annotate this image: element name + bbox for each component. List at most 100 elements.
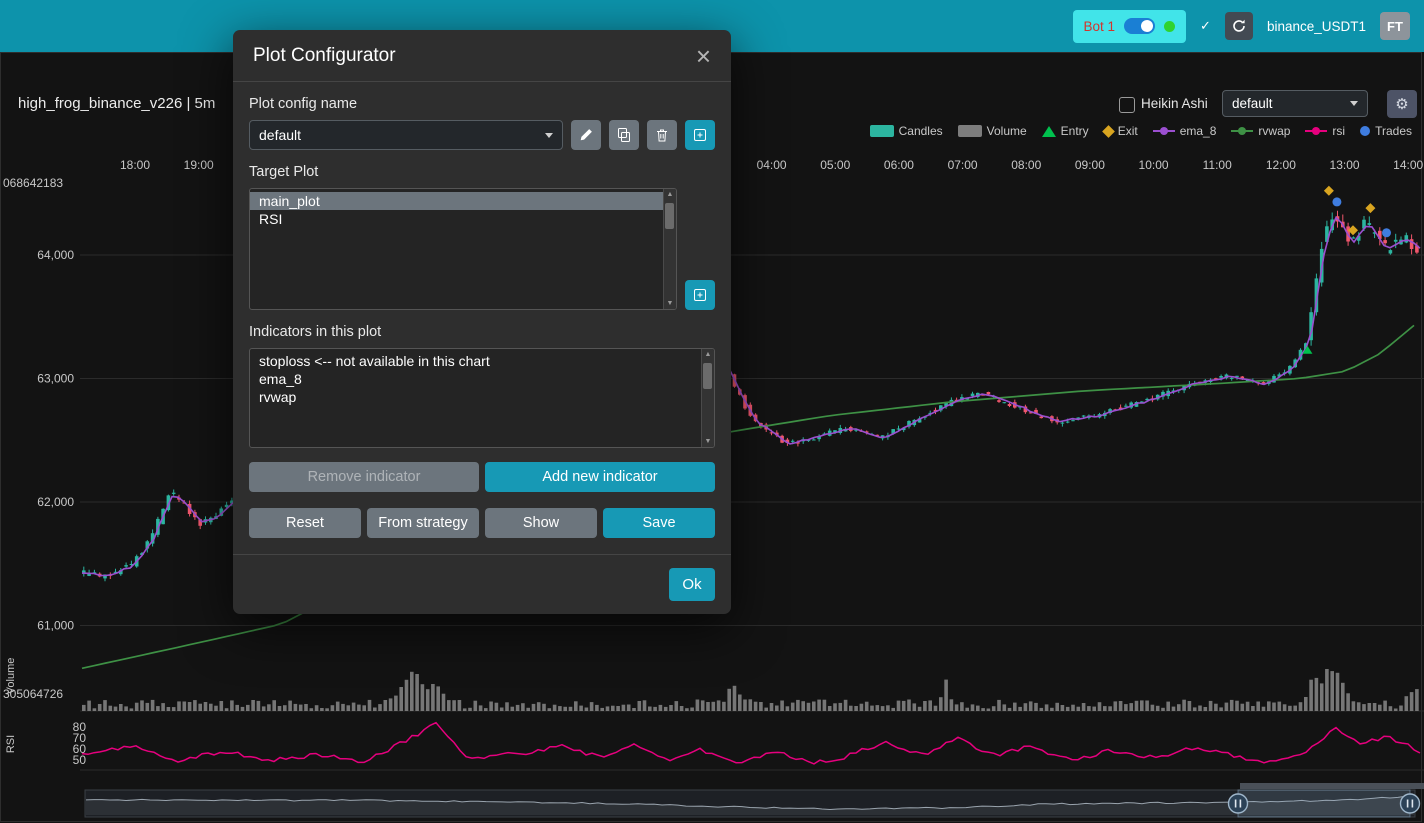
chevron-down-icon <box>1350 101 1358 106</box>
trades-legend-marker-icon <box>1360 126 1370 136</box>
plot-settings-button[interactable]: ⚙ <box>1387 90 1417 118</box>
target-plot-list[interactable]: main_plotRSI ▲▼ <box>249 188 677 310</box>
volume-legend-marker-icon <box>958 125 982 137</box>
reset-button[interactable]: Reset <box>249 508 361 538</box>
legend-label: ema_8 <box>1180 124 1217 138</box>
indicators-label: Indicators in this plot <box>249 324 715 340</box>
svg-text:068642183: 068642183 <box>3 176 63 190</box>
scroll-up-icon[interactable]: ▲ <box>705 351 712 358</box>
legend-item-rvwap[interactable]: rvwap <box>1231 124 1290 138</box>
refresh-button[interactable] <box>1225 12 1253 40</box>
exit-legend-marker-icon <box>1102 125 1115 138</box>
indicator-option[interactable]: stoploss <-- not available in this chart <box>250 352 701 370</box>
ema_8-legend-marker-icon <box>1153 130 1175 132</box>
legend-item-entry[interactable]: Entry <box>1042 124 1089 138</box>
rsi-legend-marker-icon <box>1305 130 1327 132</box>
add-target-plot-button[interactable] <box>685 280 715 310</box>
legend-item-volume[interactable]: Volume <box>958 124 1027 138</box>
scroll-down-icon[interactable]: ▼ <box>667 300 674 307</box>
refresh-icon <box>1231 18 1247 34</box>
check-icon: ✓ <box>1200 18 1211 34</box>
add-config-button[interactable] <box>685 120 715 150</box>
svg-text:08:00: 08:00 <box>1011 158 1041 172</box>
bot-online-dot <box>1164 21 1175 32</box>
close-icon[interactable]: × <box>696 47 711 65</box>
delete-config-button[interactable] <box>647 120 677 150</box>
plus-square-icon <box>692 287 708 303</box>
modal-footer: Ok <box>233 554 731 614</box>
modal-title: Plot Configurator <box>253 45 396 67</box>
bot-selector[interactable]: Bot 1 <box>1073 10 1187 43</box>
volume-bars <box>82 669 1419 711</box>
bot-name-label: Bot 1 <box>1084 19 1116 34</box>
rsi-line <box>82 723 1420 764</box>
plot-configurator-modal: Plot Configurator × Plot config name def… <box>233 30 731 614</box>
scroll-down-icon[interactable]: ▼ <box>705 438 712 445</box>
save-button[interactable]: Save <box>603 508 715 538</box>
svg-text:Volume: Volume <box>5 658 17 695</box>
datazoom-slider[interactable] <box>85 783 1424 817</box>
rename-config-button[interactable] <box>571 120 601 150</box>
indicators-scrollbar[interactable]: ▲▼ <box>701 349 714 447</box>
plot-config-name-label: Plot config name <box>249 96 715 112</box>
bot-pair-label: binance_USDT1 <box>1267 19 1366 34</box>
ok-button[interactable]: Ok <box>669 568 715 601</box>
legend-item-candles[interactable]: Candles <box>870 124 943 138</box>
svg-text:10:00: 10:00 <box>1139 158 1169 172</box>
scrollbar-thumb[interactable] <box>665 203 674 229</box>
scroll-up-icon[interactable]: ▲ <box>667 191 674 198</box>
chevron-down-icon <box>545 133 553 138</box>
legend-label: Exit <box>1118 124 1138 138</box>
svg-text:62,000: 62,000 <box>37 495 74 509</box>
svg-text:64,000: 64,000 <box>37 248 74 262</box>
legend-item-exit[interactable]: Exit <box>1104 124 1138 138</box>
svg-text:07:00: 07:00 <box>948 158 978 172</box>
scrollbar-thumb[interactable] <box>703 363 712 389</box>
target-plot-label: Target Plot <box>249 164 715 180</box>
plus-square-icon <box>692 127 708 143</box>
legend-label: Trades <box>1375 124 1412 138</box>
svg-text:61,000: 61,000 <box>37 619 74 633</box>
bot-toggle[interactable] <box>1124 18 1155 34</box>
legend-item-trades[interactable]: Trades <box>1360 124 1412 138</box>
candles-legend-marker-icon <box>870 125 894 137</box>
svg-text:12:00: 12:00 <box>1266 158 1296 172</box>
heikin-ashi-checkbox[interactable] <box>1119 97 1135 113</box>
datazoom-handle-right[interactable] <box>1401 794 1420 813</box>
target-plot-option[interactable]: main_plot <box>250 192 663 210</box>
target-plot-scrollbar[interactable]: ▲▼ <box>663 189 676 309</box>
svg-text:05:00: 05:00 <box>820 158 850 172</box>
legend-label: rvwap <box>1258 124 1290 138</box>
modal-header: Plot Configurator × <box>233 30 731 82</box>
pencil-icon <box>578 127 594 143</box>
svg-text:09:00: 09:00 <box>1075 158 1105 172</box>
gear-icon: ⚙ <box>1395 95 1408 113</box>
from-strategy-button[interactable]: From strategy <box>367 508 479 538</box>
show-button[interactable]: Show <box>485 508 597 538</box>
add-new-indicator-button[interactable]: Add new indicator <box>485 462 715 492</box>
heikin-ashi-label: Heikin Ashi <box>1141 96 1208 111</box>
svg-text:19:00: 19:00 <box>184 158 214 172</box>
indicators-list[interactable]: stoploss <-- not available in this chart… <box>249 348 715 448</box>
svg-text:18:00: 18:00 <box>120 158 150 172</box>
datazoom-handle-left[interactable] <box>1229 794 1248 813</box>
plot-config-select[interactable]: default <box>1222 90 1368 117</box>
svg-text:06:00: 06:00 <box>884 158 914 172</box>
plot-config-select-value: default <box>1232 96 1273 111</box>
trash-icon <box>654 127 670 143</box>
legend-item-ema_8[interactable]: ema_8 <box>1153 124 1217 138</box>
svg-text:04:00: 04:00 <box>757 158 787 172</box>
remove-indicator-button[interactable]: Remove indicator <box>249 462 479 492</box>
legend-item-rsi[interactable]: rsi <box>1305 124 1345 138</box>
modal-body: Plot config name default Target Plot mai… <box>233 82 731 554</box>
copy-icon <box>616 127 632 143</box>
freqtrade-logo-button[interactable]: FT <box>1380 12 1410 40</box>
indicator-option[interactable]: ema_8 <box>250 370 701 388</box>
indicator-option[interactable]: rvwap <box>250 388 701 406</box>
legend-label: Entry <box>1061 124 1089 138</box>
target-plot-option[interactable]: RSI <box>250 210 663 228</box>
plot-config-name-select[interactable]: default <box>249 120 563 150</box>
duplicate-config-button[interactable] <box>609 120 639 150</box>
plot-config-name-value: default <box>259 127 301 143</box>
svg-text:13:00: 13:00 <box>1330 158 1360 172</box>
